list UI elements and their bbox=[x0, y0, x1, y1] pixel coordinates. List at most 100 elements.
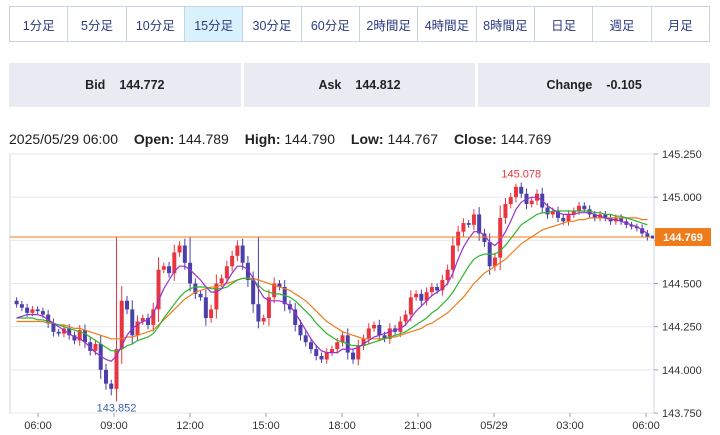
candle-body bbox=[566, 214, 571, 222]
bid-value: 144.772 bbox=[119, 78, 165, 92]
x-tick-label: 21:00 bbox=[404, 420, 432, 432]
candle-body bbox=[408, 297, 413, 315]
y-tick-label: 145.000 bbox=[662, 192, 702, 204]
candle-body bbox=[466, 223, 471, 225]
change-label: Change bbox=[546, 78, 593, 92]
candle-body bbox=[456, 231, 461, 246]
candle-body bbox=[429, 286, 434, 293]
ask-box: Ask 144.812 bbox=[243, 63, 476, 107]
candle-body bbox=[130, 309, 135, 336]
candle-body bbox=[125, 300, 130, 310]
high-value: 144.790 bbox=[284, 131, 335, 147]
x-tick-label: 05/29 bbox=[480, 420, 508, 432]
candle-body bbox=[161, 266, 166, 270]
low-marker-label: 143.852 bbox=[97, 402, 137, 414]
candle-body bbox=[377, 324, 382, 336]
candle-body bbox=[25, 307, 30, 313]
tab-1min[interactable]: 1分足 bbox=[10, 7, 69, 41]
candle-body bbox=[219, 278, 224, 284]
ohlc-datetime: 2025/05/29 06:00 bbox=[9, 131, 118, 147]
tab-weekly[interactable]: 週足 bbox=[593, 7, 652, 41]
candle-body bbox=[303, 335, 308, 343]
candle-body bbox=[82, 330, 87, 343]
candle-body bbox=[335, 342, 340, 350]
y-tick-label: 144.250 bbox=[662, 322, 702, 334]
close-value: 144.769 bbox=[500, 131, 552, 147]
candle-body bbox=[645, 233, 650, 238]
bid-box: Bid 144.772 bbox=[9, 63, 241, 107]
candle-body bbox=[529, 200, 534, 205]
bid-label: Bid bbox=[85, 78, 106, 92]
candle-body bbox=[561, 217, 566, 222]
x-tick-label: 06:00 bbox=[24, 420, 52, 432]
open-value: 144.789 bbox=[178, 131, 229, 147]
y-tick-label: 145.250 bbox=[662, 149, 702, 161]
candle-body bbox=[324, 352, 329, 360]
candle-body bbox=[513, 186, 518, 198]
tab-monthly[interactable]: 月足 bbox=[651, 7, 709, 41]
candle-body bbox=[298, 324, 303, 336]
candle-body bbox=[19, 304, 24, 308]
open-label: Open: bbox=[133, 131, 175, 147]
candle-body bbox=[177, 245, 182, 253]
tab-60min[interactable]: 60分足 bbox=[301, 7, 360, 41]
candle-body bbox=[503, 204, 508, 218]
candle-body bbox=[372, 324, 377, 329]
candle-body bbox=[398, 321, 403, 332]
tab-15min[interactable]: 15分足 bbox=[184, 7, 244, 41]
candle-body bbox=[435, 286, 440, 291]
candle-body bbox=[93, 343, 98, 351]
candle-body bbox=[35, 309, 40, 312]
x-tick-label: 12:00 bbox=[176, 420, 204, 432]
tab-5min[interactable]: 5分足 bbox=[68, 7, 127, 41]
high-marker-label: 145.078 bbox=[501, 169, 541, 181]
candle-body bbox=[198, 293, 203, 298]
x-tick-label: 03:00 bbox=[556, 420, 584, 432]
candle-body bbox=[167, 266, 172, 274]
close-label: Close: bbox=[453, 131, 497, 147]
candle-body bbox=[188, 262, 193, 284]
candle-body bbox=[308, 342, 313, 350]
x-tick-label: 09:00 bbox=[100, 420, 128, 432]
candle-body bbox=[203, 297, 208, 319]
candle-body bbox=[56, 331, 61, 334]
y-tick-label: 143.750 bbox=[662, 408, 702, 420]
current-price-marker bbox=[651, 235, 654, 239]
quote-panel: Bid 144.772 Ask 144.812 Change -0.105 bbox=[9, 63, 711, 107]
candle-body bbox=[209, 309, 214, 319]
tab-10min[interactable]: 10分足 bbox=[126, 7, 185, 41]
current-price-label: 144.769 bbox=[663, 232, 703, 244]
tab-30min[interactable]: 30分足 bbox=[243, 7, 302, 41]
tab-8hour[interactable]: 8時間足 bbox=[476, 7, 535, 41]
candle-body bbox=[403, 314, 408, 322]
candle-body bbox=[366, 328, 371, 339]
candle-body bbox=[40, 311, 45, 315]
candle-body bbox=[419, 293, 424, 301]
candle-body bbox=[261, 318, 266, 322]
candle-body bbox=[230, 255, 235, 267]
tab-daily[interactable]: 日足 bbox=[534, 7, 594, 41]
candle-body bbox=[314, 349, 319, 357]
candle-body bbox=[351, 352, 356, 360]
candle-body bbox=[235, 245, 240, 256]
candle-body bbox=[414, 293, 419, 298]
candle-body bbox=[256, 304, 261, 322]
candlestick-chart[interactable]: 145.250145.000144.750144.500144.250144.0… bbox=[0, 148, 720, 435]
candle-body bbox=[445, 269, 450, 281]
candle-body bbox=[582, 205, 587, 210]
ask-label: Ask bbox=[318, 78, 342, 92]
y-tick-label: 144.500 bbox=[662, 279, 702, 291]
candle-body bbox=[477, 214, 482, 234]
candle-body bbox=[471, 214, 476, 225]
candle-body bbox=[103, 369, 108, 384]
candle-body bbox=[14, 300, 19, 305]
candle-body bbox=[508, 197, 513, 205]
tab-2hour[interactable]: 2時間足 bbox=[359, 7, 419, 41]
candle-body bbox=[519, 186, 524, 194]
ohlc-readout: 2025/05/29 06:00 Open: 144.789 High: 144… bbox=[9, 131, 551, 147]
low-value: 144.767 bbox=[387, 131, 439, 147]
ask-value: 144.812 bbox=[355, 78, 401, 92]
change-value: -0.105 bbox=[606, 78, 642, 92]
y-tick-label: 144.000 bbox=[662, 365, 702, 377]
tab-4hour[interactable]: 4時間足 bbox=[418, 7, 477, 41]
